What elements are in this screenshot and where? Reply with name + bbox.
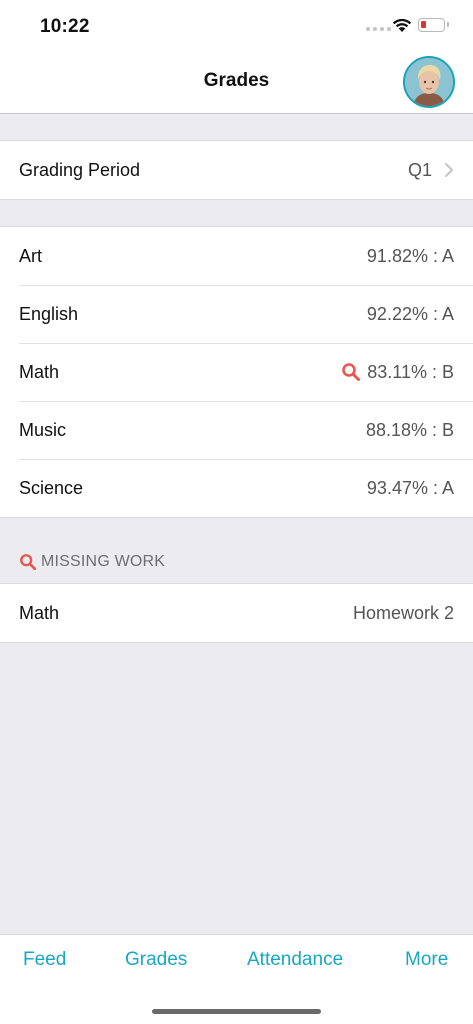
navigation-bar: Grades xyxy=(0,52,473,114)
grade-value: 92.22% : A xyxy=(366,303,454,324)
grading-period-row[interactable]: Grading Period Q1 xyxy=(0,141,473,199)
missing-work-subject: Math xyxy=(19,602,60,623)
grade-row-art[interactable]: Art 91.82% : A xyxy=(0,227,473,285)
chevron-right-icon xyxy=(445,163,453,177)
subject-name: Music xyxy=(19,419,67,440)
grade-row-science[interactable]: Science 93.47% : A xyxy=(0,459,473,517)
grade-value: 88.18% : B xyxy=(365,419,454,440)
grades-list: Art 91.82% : A English 92.22% : A Math 8… xyxy=(0,226,473,518)
grades-screen: 10:22 Grades Grading Period Q1 Art 91.82… xyxy=(0,0,473,1024)
subject-name: Art xyxy=(19,245,43,266)
grade-row-music[interactable]: Music 88.18% : B xyxy=(0,401,473,459)
tab-attendance[interactable]: Attendance xyxy=(247,949,343,971)
grade-row-english[interactable]: English 92.22% : A xyxy=(0,285,473,343)
search-icon xyxy=(20,554,37,571)
avatar-image xyxy=(405,58,453,106)
subject-name: English xyxy=(19,303,79,324)
wifi-icon xyxy=(392,18,412,32)
missing-work-assignment: Homework 2 xyxy=(352,602,454,623)
tab-more[interactable]: More xyxy=(405,949,448,971)
home-indicator[interactable] xyxy=(152,1009,321,1014)
tab-grades[interactable]: Grades xyxy=(125,949,187,971)
missing-work-item[interactable]: Math Homework 2 xyxy=(0,584,473,642)
cellular-signal-icon xyxy=(366,27,391,31)
grading-period-group: Grading Period Q1 xyxy=(0,140,473,200)
subject-name: Math xyxy=(19,361,60,382)
grading-period-label: Grading Period xyxy=(19,159,141,180)
grade-value: 83.11% : B xyxy=(367,361,454,382)
status-time: 10:22 xyxy=(40,16,90,37)
grade-row-math[interactable]: Math 83.11% : B xyxy=(0,343,473,401)
missing-work-search-icon xyxy=(342,363,361,381)
subject-name: Science xyxy=(19,477,84,498)
status-bar: 10:22 xyxy=(0,0,473,52)
battery-icon xyxy=(418,18,449,32)
missing-work-header: MISSING WORK xyxy=(19,553,165,571)
grade-value: 93.47% : A xyxy=(366,477,454,498)
grading-period-value: Q1 xyxy=(407,159,432,180)
grade-value: 91.82% : A xyxy=(366,245,454,266)
missing-work-title: MISSING WORK xyxy=(41,553,166,570)
grade-value-with-alert: 83.11% : B xyxy=(341,362,454,383)
missing-work-list: Math Homework 2 xyxy=(0,583,473,643)
avatar[interactable] xyxy=(403,56,455,108)
tab-feed[interactable]: Feed xyxy=(23,949,66,971)
